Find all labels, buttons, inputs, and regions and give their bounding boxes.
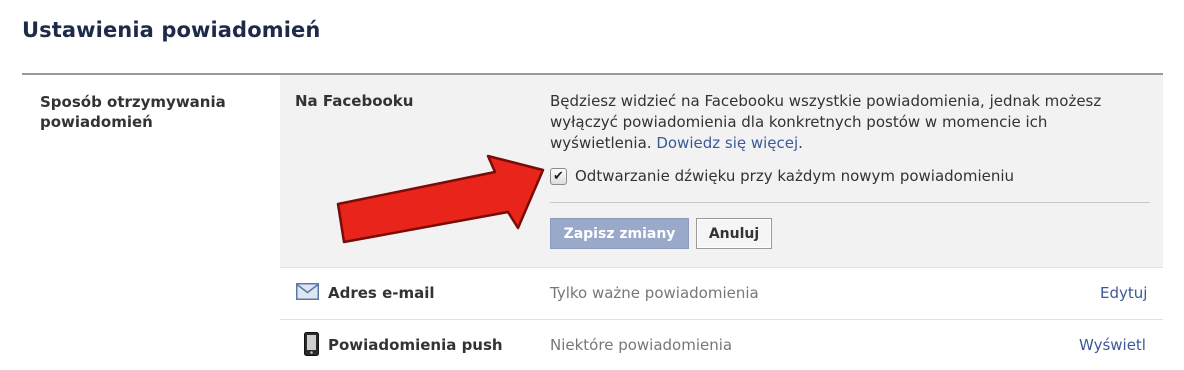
description-period: . [798, 134, 803, 152]
facebook-description: Będziesz widzieć na Facebooku wszystkie … [550, 91, 1150, 154]
push-row-value: Niektóre powiadomienia [550, 336, 733, 354]
sound-checkbox[interactable]: ✔ [550, 167, 567, 185]
facebook-setting-title: Na Facebooku [295, 92, 414, 110]
row-divider [280, 267, 1163, 268]
learn-more-link[interactable]: Dowiedz się więcej [656, 134, 798, 152]
email-edit-link[interactable]: Edytuj [1100, 284, 1147, 302]
description-text: Będziesz widzieć na Facebooku wszystkie … [550, 92, 1102, 152]
panel-divider [550, 202, 1150, 203]
envelope-icon [296, 283, 319, 304]
sound-setting-row[interactable]: ✔ Odtwarzanie dźwięku przy każdym nowym … [550, 166, 1014, 186]
email-row-value: Tylko ważne powiadomienia [550, 284, 759, 302]
mobile-phone-icon [304, 332, 319, 360]
page-title: Ustawienia powiadomień [22, 18, 321, 42]
email-row-label: Adres e-mail [328, 284, 435, 302]
cancel-button[interactable]: Anuluj [696, 218, 772, 249]
push-view-link[interactable]: Wyświetl [1079, 336, 1146, 354]
row-divider [280, 319, 1163, 320]
save-changes-button[interactable]: Zapisz zmiany [550, 218, 689, 249]
section-label: Sposób otrzymywania powiadomień [40, 93, 226, 131]
sound-checkbox-label[interactable]: Odtwarzanie dźwięku przy każdym nowym po… [575, 167, 1014, 185]
red-arrow-annotation [336, 154, 545, 244]
push-row-label: Powiadomienia push [328, 336, 503, 354]
